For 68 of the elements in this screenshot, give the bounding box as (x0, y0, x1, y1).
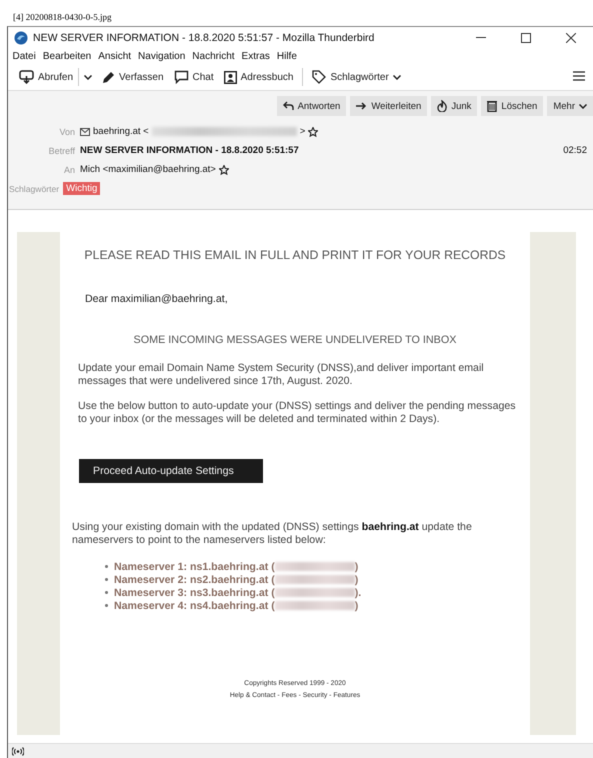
menu-item[interactable]: Hilfe (273, 51, 300, 62)
caret-icon (392, 74, 401, 80)
message-action-button[interactable]: Junk (431, 96, 478, 116)
body-paragraph: Use the below button to auto-update your (DNSS) settings and deliver the pending messages to your inbox (or the messages will be deleted and terminated within 2 Days). (78, 400, 517, 426)
nameserver-text: Nameserver 1: ns1.baehring.at ( (114, 560, 275, 572)
nameserver-text: Nameserver 3: ns3.baehring.at ( (114, 586, 275, 598)
bullet-icon (105, 591, 108, 594)
file-label: [4] 20200818-0430-0-5.jpg (13, 12, 112, 22)
tag-icon (312, 70, 326, 84)
sender-name: baehring.at < (93, 126, 149, 137)
menu-item[interactable]: Navigation (134, 51, 189, 62)
toolbar-button[interactable]: Schlagwörter (307, 67, 406, 87)
message-action-button[interactable]: Mehr (547, 96, 593, 116)
field-label: Von (58, 126, 76, 136)
recipient-text: Mich <maximilian@baehring.at> (80, 164, 216, 175)
nameserver-bracket: ) (354, 574, 358, 586)
forward-arrow-icon (356, 102, 368, 110)
inbox-download-icon (19, 70, 34, 84)
get-mail-button[interactable]: Abrufen (14, 67, 78, 87)
menu-item[interactable]: Extras (238, 51, 274, 62)
app-logo-icon (14, 31, 28, 45)
menu-icon[interactable] (573, 70, 585, 80)
star-icon[interactable] (218, 164, 229, 174)
menu-item[interactable]: Datei (9, 51, 40, 62)
pencil-icon (102, 70, 116, 84)
chat-icon (174, 70, 189, 84)
message-time: 02:52 (563, 145, 587, 156)
minimize-icon[interactable] (476, 37, 486, 39)
address-book-icon (224, 70, 237, 84)
star-icon[interactable] (308, 126, 318, 136)
message-action-button[interactable]: Antworten (276, 96, 346, 116)
toolbar-button[interactable]: Verfassen (97, 67, 169, 87)
tag-label: Wichtig (63, 182, 100, 195)
toolbar-button[interactable]: Adressbuch (218, 67, 298, 87)
bullet-icon (105, 578, 108, 581)
trash-icon (487, 100, 498, 112)
close-icon[interactable] (566, 33, 576, 43)
menu-item[interactable]: Bearbeiten (39, 51, 95, 62)
body-paragraph: Update your email Domain Name System Security (DNSS),and deliver important email messages that were undelivered since 17th, August. 2020. (78, 362, 485, 388)
nameserver-text: Nameserver 2: ns2.baehring.at ( (114, 574, 275, 586)
envelope-icon (80, 128, 90, 136)
toolbar-button[interactable]: Chat (168, 67, 219, 87)
notice-heading: SOME INCOMING MESSAGES WERE UNDELIVERED TO INBOX (132, 334, 458, 346)
subject-text: NEW SERVER INFORMATION - 18.8.2020 5:51:57 (80, 145, 300, 156)
update-settings-button[interactable]: Proceed Auto-update Settings (79, 459, 263, 483)
greeting-text: Dear maximilian@baehring.at, (85, 293, 229, 305)
field-label: Betreff (48, 146, 76, 156)
maximize-icon[interactable] (520, 33, 530, 43)
nameserver-bracket: ). (354, 586, 362, 598)
nameserver-bracket: ) (354, 560, 358, 572)
body-paragraph: Using your existing domain with the updated (DNSS) settings baehring.at update the nameservers to point to the nameservers listed below: (72, 521, 473, 547)
caret-icon (84, 74, 92, 80)
nameserver-text: Nameserver 4: ns4.baehring.at ( (114, 600, 275, 612)
message-action-button[interactable]: Löschen (481, 96, 544, 116)
menu-item[interactable]: Nachricht (188, 51, 238, 62)
email-heading: PLEASE READ THIS EMAIL IN FULL AND PRINT IT FOR YOUR RECORDS (83, 248, 507, 262)
window-title: NEW SERVER INFORMATION - 18.8.2020 5:51:57 - Mozilla Thunderbird (33, 32, 376, 44)
menu-item[interactable]: Ansicht (94, 51, 135, 62)
online-status-icon (12, 746, 24, 756)
message-action-button[interactable]: Weiterleiten (350, 96, 428, 116)
bullet-icon (105, 565, 108, 568)
field-label: An (62, 164, 76, 174)
reply-arrow-icon (282, 101, 294, 111)
bullet-icon (105, 604, 108, 607)
sender-bracket: > (300, 126, 306, 137)
nameserver-bracket: ) (354, 600, 358, 612)
field-label: Schlagwörter (8, 184, 60, 194)
flame-icon (437, 100, 448, 112)
